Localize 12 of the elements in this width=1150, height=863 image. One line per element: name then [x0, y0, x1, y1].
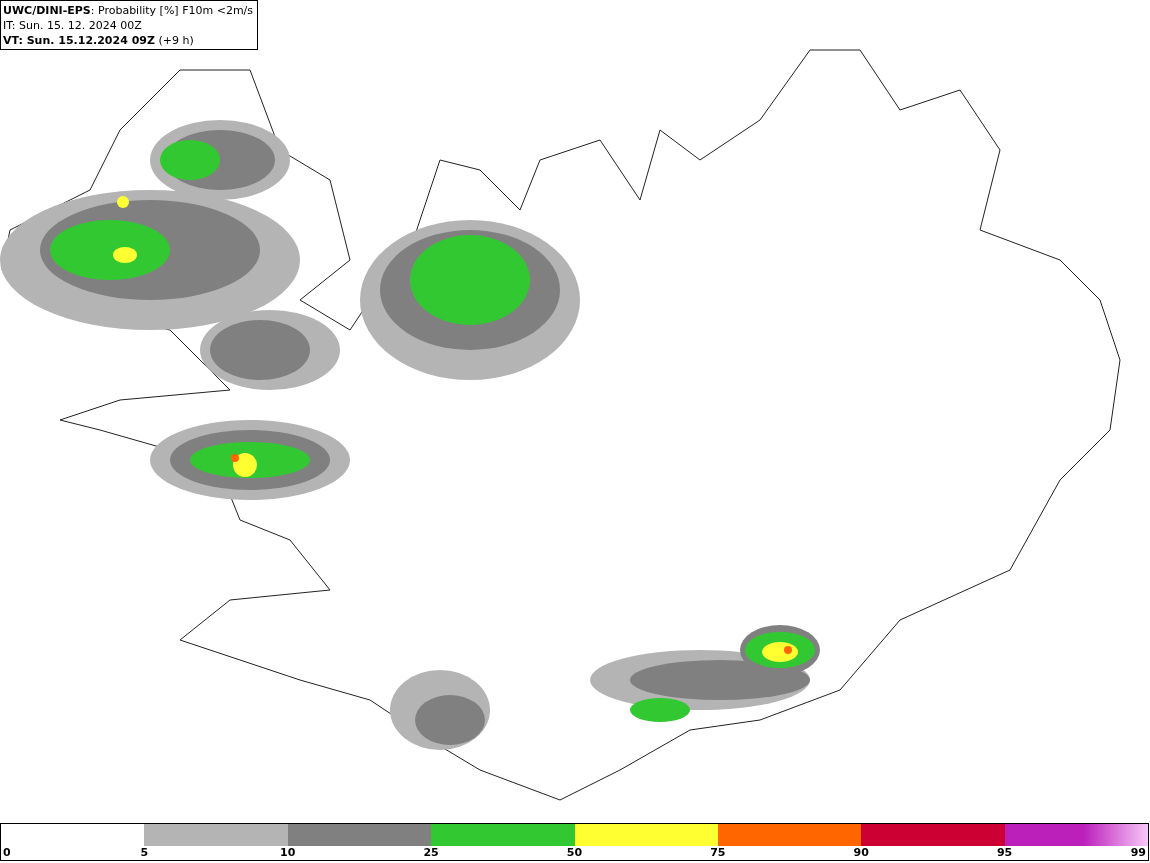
valid-time: VT: Sun. 15.12.2024 09Z (+9 h)	[3, 33, 195, 48]
legend-label: 75	[710, 846, 726, 860]
legend-label: 95	[996, 846, 1013, 860]
legend-label: 90	[853, 846, 869, 860]
map-title: UWC/DINI-EPS: Probability [%] F10m <2m/s	[3, 3, 254, 18]
legend-label: 25	[423, 846, 439, 860]
legend-label: 10	[280, 846, 296, 860]
legend-label: 5	[140, 846, 149, 860]
legend-label: 99	[1130, 846, 1146, 860]
legend-label: 0	[3, 846, 11, 860]
legend-label: 50	[566, 846, 583, 860]
init-time: IT: Sun. 15. 12. 2024 00Z	[3, 18, 143, 33]
